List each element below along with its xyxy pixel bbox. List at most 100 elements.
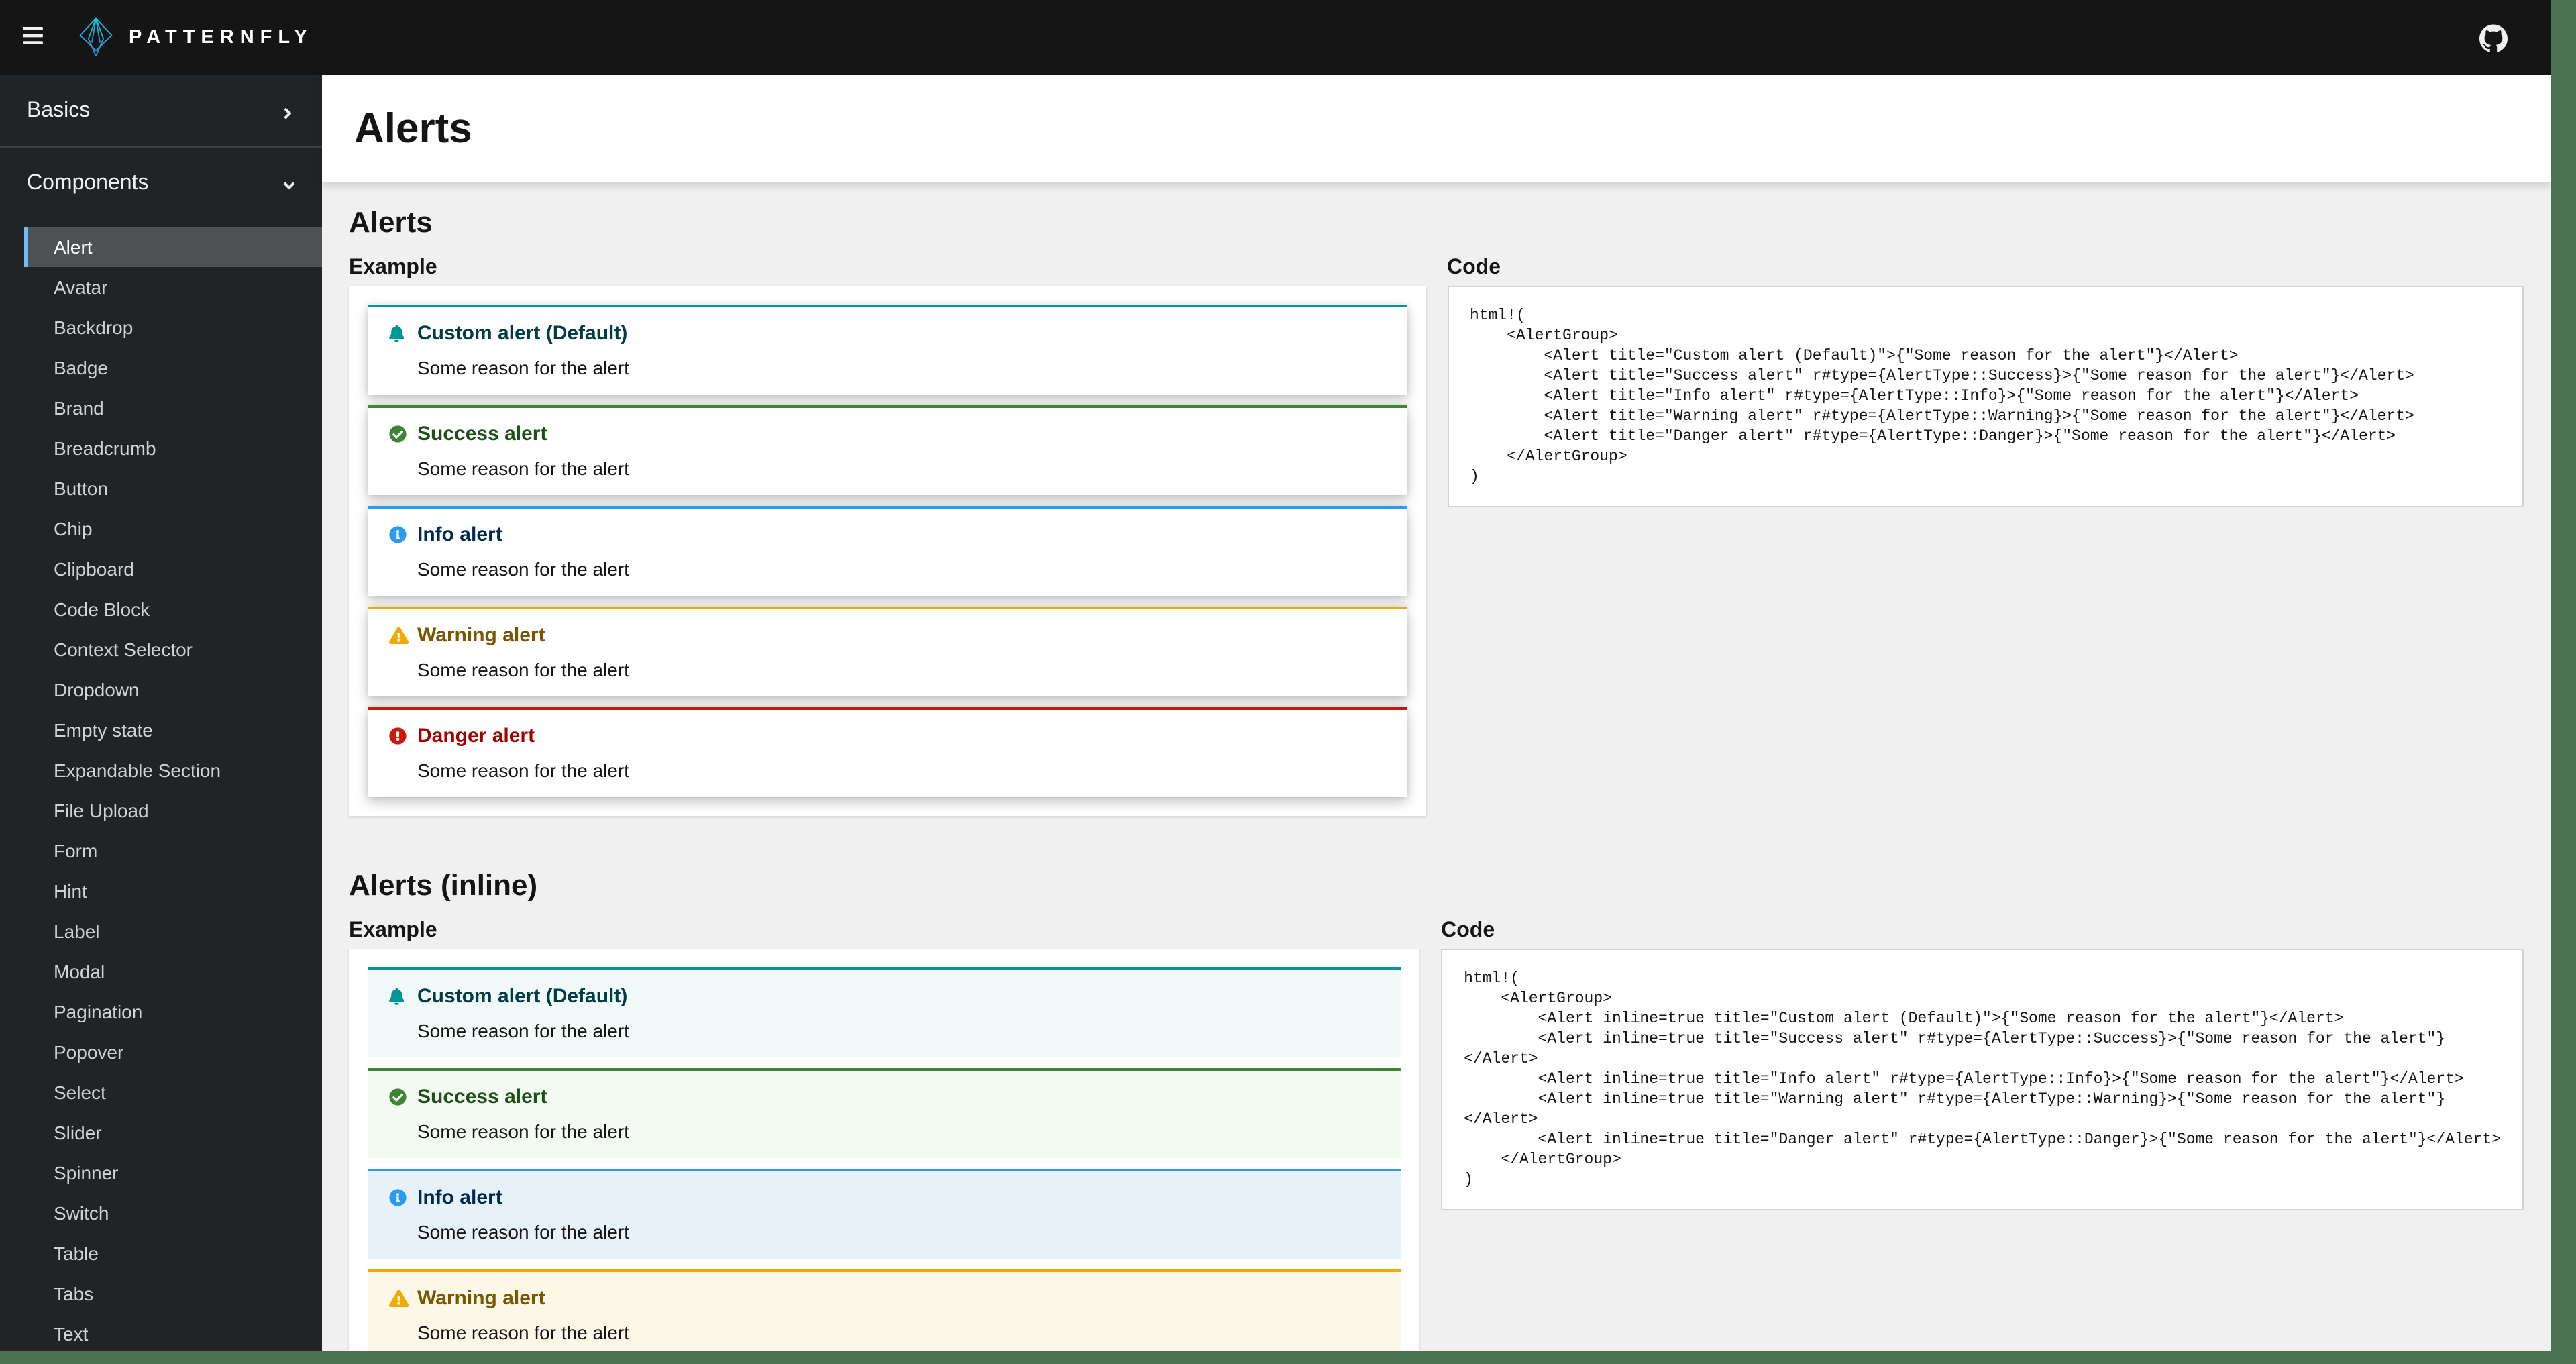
section-heading: Alerts (inline) <box>349 868 538 902</box>
alert-title: Success alert <box>417 423 547 445</box>
page-header: Alerts <box>322 75 2551 182</box>
example-label: Example <box>349 256 437 279</box>
sidebar-group-label: Components <box>27 172 149 195</box>
sidebar-item-label[interactable]: Label <box>24 911 322 951</box>
screen: PATTERNFLY Basics Components Alert Avatar… <box>0 0 2576 1364</box>
alert-danger: Danger alert Some reason for the alert <box>368 707 1407 797</box>
example-column: Example Custom alert (Default) Some reas… <box>349 918 1420 1351</box>
sidebar-item-breadcrumb[interactable]: Breadcrumb <box>24 428 322 468</box>
angle-right-icon <box>280 102 295 119</box>
sidebar-item-hint[interactable]: Hint <box>24 871 322 911</box>
alert-title: Info alert <box>417 523 502 546</box>
alert-title: Custom alert (Default) <box>417 322 628 345</box>
masthead: PATTERNFLY <box>0 0 2551 75</box>
example-label: Example <box>349 919 437 942</box>
alert-success: Success alert Some reason for the alert <box>368 1068 1401 1158</box>
body-row: Basics Components Alert Avatar Backdrop Bad… <box>0 75 2551 1351</box>
sidebar-item-badge[interactable]: Badge <box>24 348 322 388</box>
alert-title: Info alert <box>417 1186 502 1209</box>
sidebar-item-alert[interactable]: Alert <box>24 227 322 267</box>
code-block: html!( <AlertGroup> <Alert inline=true t… <box>1464 970 2501 1189</box>
section-alerts: Alerts Example Custom alert (Default) So… <box>349 204 2524 816</box>
alert-description: Some reason for the alert <box>417 1120 629 1142</box>
sidebar-item-form[interactable]: Form <box>24 831 322 871</box>
alert-description: Some reason for the alert <box>417 1221 629 1243</box>
alert-description: Some reason for the alert <box>417 458 629 479</box>
sidebar-item-popover[interactable]: Popover <box>24 1032 322 1072</box>
sidebar-item-spinner[interactable]: Spinner <box>24 1153 322 1193</box>
exclamation-triangle-icon <box>389 1286 417 1312</box>
code-panel: html!( <AlertGroup> <Alert title="Custom… <box>1447 286 2524 507</box>
bell-icon <box>389 984 417 1010</box>
alert-title: Danger alert <box>417 725 535 747</box>
sidebar-group-components[interactable]: Components <box>0 148 322 219</box>
hamburger-icon <box>21 24 44 51</box>
sidebar-item-button[interactable]: Button <box>24 468 322 509</box>
alert-custom: Custom alert (Default) Some reason for t… <box>368 305 1407 395</box>
brand-text: PATTERNFLY <box>129 27 313 48</box>
angle-down-icon <box>280 174 295 192</box>
code-column: Code html!( <AlertGroup> <Alert title="C… <box>1447 255 2524 507</box>
example-column: Example Custom alert (Default) Some reas… <box>349 255 1426 816</box>
nav-toggle-button[interactable] <box>21 20 56 55</box>
sidebar-group-label: Basics <box>27 99 91 122</box>
exclamation-circle-icon <box>389 723 417 750</box>
alert-description: Some reason for the alert <box>417 558 629 580</box>
brand[interactable]: PATTERNFLY <box>78 17 313 58</box>
example-panel: Custom alert (Default) Some reason for t… <box>349 949 1420 1351</box>
alert-title: Warning alert <box>417 624 545 647</box>
alert-description: Some reason for the alert <box>417 1020 629 1041</box>
code-label: Code <box>1441 919 1495 942</box>
sidebar-item-switch[interactable]: Switch <box>24 1193 322 1233</box>
main: Alerts Alerts Example Custom alert (Defa… <box>322 75 2551 1351</box>
sidebar-item-backdrop[interactable]: Backdrop <box>24 307 322 348</box>
example-panel: Custom alert (Default) Some reason for t… <box>349 286 1426 816</box>
sidebar-item-modal[interactable]: Modal <box>24 951 322 992</box>
sidebar-item-file-upload[interactable]: File Upload <box>24 790 322 831</box>
section-alerts-inline: Alerts (inline) Example Custom alert (De… <box>349 867 2524 1351</box>
check-circle-icon <box>389 1084 417 1111</box>
info-circle-icon <box>389 522 417 549</box>
sidebar-item-pagination[interactable]: Pagination <box>24 992 322 1032</box>
sidebar-group-basics[interactable]: Basics <box>0 75 322 148</box>
sidebar-item-chip[interactable]: Chip <box>24 509 322 549</box>
alert-info: Info alert Some reason for the alert <box>368 1169 1401 1259</box>
alert-title: Warning alert <box>417 1287 545 1310</box>
sidebar-item-list: Alert Avatar Backdrop Badge Brand Breadcrumb B… <box>24 227 322 1351</box>
sidebar-item-clipboard[interactable]: Clipboard <box>24 549 322 589</box>
sidebar: Basics Components Alert Avatar Backdrop Bad… <box>0 75 322 1351</box>
github-link[interactable] <box>2479 23 2508 52</box>
sidebar-item-context-selector[interactable]: Context Selector <box>24 629 322 670</box>
sidebar-item-slider[interactable]: Slider <box>24 1112 322 1153</box>
sidebar-item-text[interactable]: Text <box>24 1314 322 1351</box>
check-circle-icon <box>389 421 417 448</box>
sidebar-item-select[interactable]: Select <box>24 1072 322 1112</box>
alert-description: Some reason for the alert <box>417 357 629 378</box>
code-block: html!( <AlertGroup> <Alert title="Custom… <box>1470 307 2414 486</box>
alert-warning: Warning alert Some reason for the alert <box>368 1269 1401 1351</box>
page-title: Alerts <box>354 105 472 152</box>
bell-icon <box>389 321 417 348</box>
alert-description: Some reason for the alert <box>417 759 629 781</box>
info-circle-icon <box>389 1185 417 1212</box>
sidebar-item-brand[interactable]: Brand <box>24 388 322 428</box>
sidebar-item-tabs[interactable]: Tabs <box>24 1273 322 1314</box>
sidebar-item-dropdown[interactable]: Dropdown <box>24 670 322 710</box>
alert-custom: Custom alert (Default) Some reason for t… <box>368 967 1401 1057</box>
content: Alerts Example Custom alert (Default) So… <box>322 182 2551 1351</box>
code-panel: html!( <AlertGroup> <Alert inline=true t… <box>1441 949 2524 1210</box>
code-column: Code html!( <AlertGroup> <Alert inline=t… <box>1441 918 2524 1210</box>
sidebar-item-table[interactable]: Table <box>24 1233 322 1273</box>
patternfly-logo-icon <box>78 17 114 58</box>
sidebar-item-expandable-section[interactable]: Expandable Section <box>24 750 322 790</box>
github-icon <box>2479 23 2508 52</box>
alert-info: Info alert Some reason for the alert <box>368 506 1407 596</box>
alert-title: Success alert <box>417 1086 547 1108</box>
sidebar-item-empty-state[interactable]: Empty state <box>24 710 322 750</box>
alert-success: Success alert Some reason for the alert <box>368 405 1407 495</box>
app-viewport: PATTERNFLY Basics Components Alert Avatar… <box>0 0 2551 1351</box>
code-label: Code <box>1447 256 1501 279</box>
sidebar-item-code-block[interactable]: Code Block <box>24 589 322 629</box>
sidebar-item-avatar[interactable]: Avatar <box>24 267 322 307</box>
exclamation-triangle-icon <box>389 623 417 649</box>
